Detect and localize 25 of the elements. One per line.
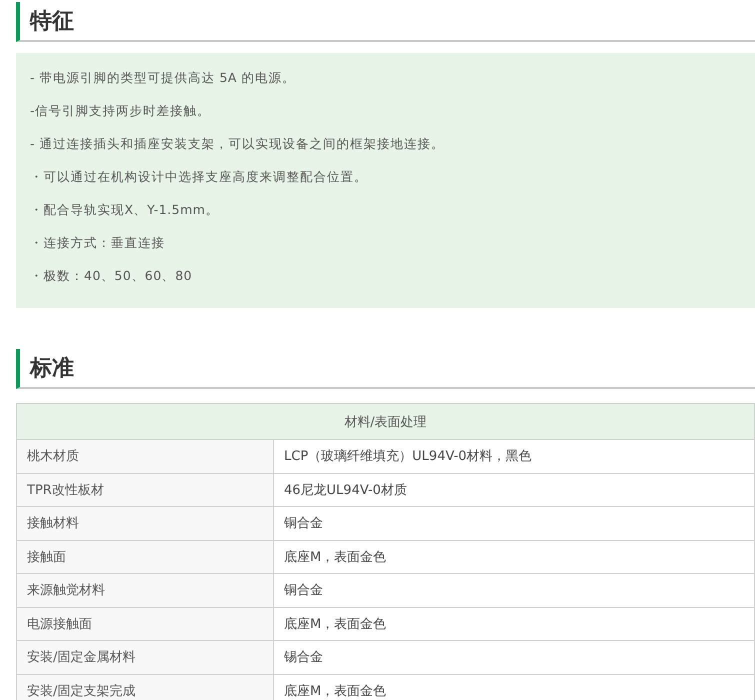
table-cell: 接触材料 xyxy=(16,506,274,540)
table-cell: LCP（玻璃纤维填充）UL94V-0材料，黑色 xyxy=(274,440,754,473)
table-cell: TPR改性板材 xyxy=(16,473,274,506)
table-cell: 46尼龙UL94V-0材质 xyxy=(274,473,754,506)
feature-item: - 通过连接插头和插座安装支架，可以实现设备之间的框架接地连接。 xyxy=(30,135,446,153)
section-heading: 特征 xyxy=(16,2,755,42)
table-cell: 底座M，表面金色 xyxy=(274,607,754,640)
table-cell: 来源触觉材料 xyxy=(16,574,274,607)
feature-item: -信号引脚支持两步时差接触。 xyxy=(30,102,212,120)
table-cell: 桃木材质 xyxy=(16,440,274,473)
feature-item: ・可以通过在机构设计中选择支座高度来调整配合位置。 xyxy=(30,168,368,186)
table-header: 材料/表面处理 xyxy=(16,404,754,440)
feature-item: ・连接方式：垂直连接 xyxy=(30,234,166,252)
table-cell: 安装/固定支架完成 xyxy=(16,674,274,700)
table-cell: 电源接触面 xyxy=(16,607,274,640)
table-cell: 底座M，表面金色 xyxy=(274,540,754,574)
table-cell: 接触面 xyxy=(16,540,274,574)
table-cell: 铜合金 xyxy=(274,574,754,607)
section-heading: 标准 xyxy=(16,349,755,389)
table-cell: 安装/固定金属材料 xyxy=(16,640,274,674)
table-cell: 锡合金 xyxy=(274,640,754,674)
feature-item: ・配合导轨实现X、Y-1.5mm。 xyxy=(30,201,220,219)
table-cell: 铜合金 xyxy=(274,506,754,540)
feature-item: ・极数：40、50、60、80 xyxy=(30,267,194,285)
feature-item: - 带电源引脚的类型可提供高达 5A 的电源。 xyxy=(30,69,296,87)
